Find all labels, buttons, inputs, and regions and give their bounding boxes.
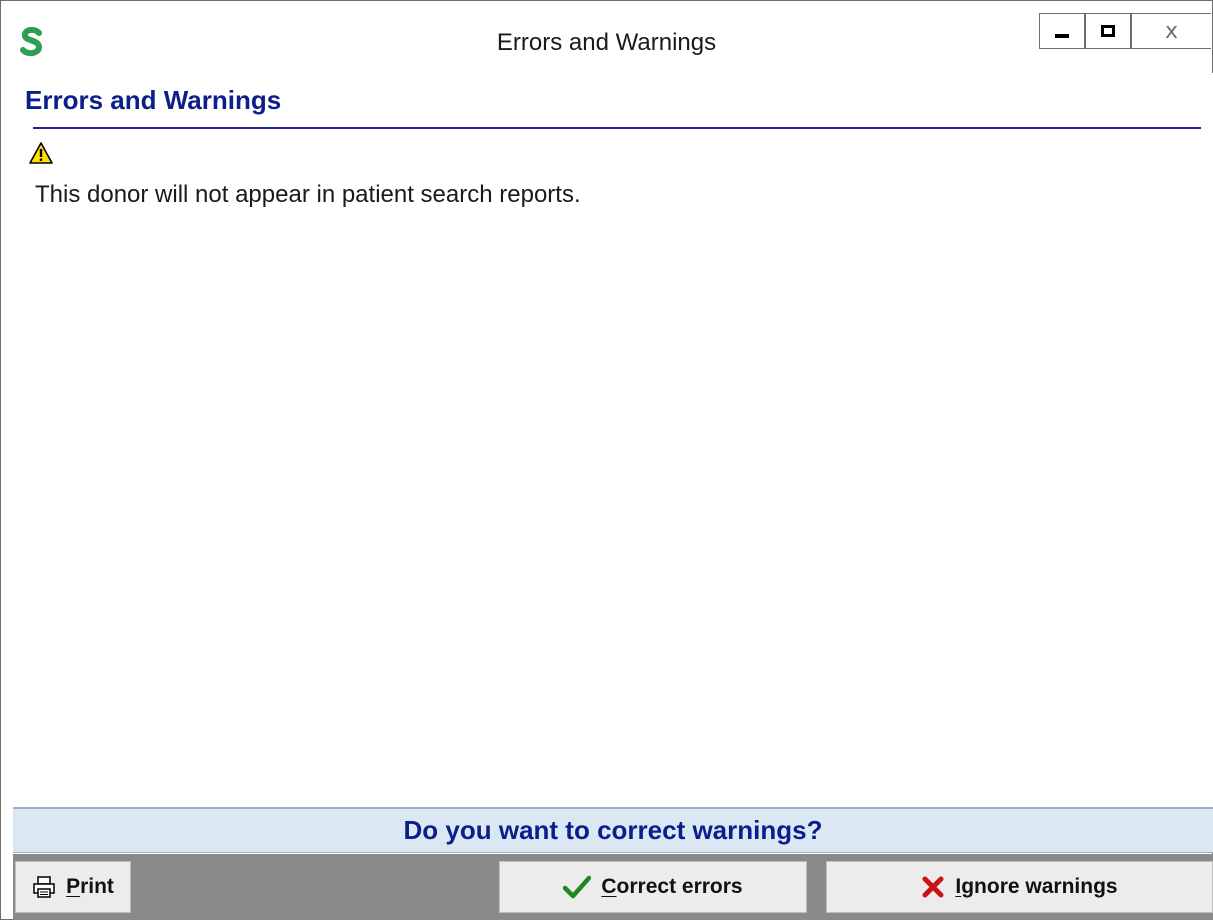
errors-warnings-window: Errors and Warnings x Errors and Warning… — [0, 0, 1213, 920]
correct-errors-button[interactable]: Correct errors — [499, 861, 807, 913]
checkmark-icon — [563, 875, 592, 899]
window-title: Errors and Warnings — [496, 29, 717, 56]
print-button[interactable]: Print — [15, 861, 131, 913]
warning-message: This donor will not appear in patient se… — [35, 181, 581, 208]
title-bar[interactable]: Errors and Warnings x — [1, 1, 1212, 73]
printer-icon — [32, 876, 56, 898]
heading-divider — [33, 127, 1201, 129]
warning-icon — [29, 141, 53, 165]
ignore-warnings-button[interactable]: Ignore warnings — [826, 861, 1213, 913]
close-icon: x — [1164, 18, 1179, 44]
correct-errors-label: Correct errors — [601, 875, 743, 898]
question-text: Do you want to correct warnings? — [403, 815, 823, 845]
minimize-icon — [1055, 34, 1069, 38]
print-label: Print — [66, 875, 114, 898]
maximize-icon — [1101, 25, 1115, 37]
button-bar: Print Correct errors Ignore warnings — [13, 854, 1213, 920]
errors-panel: Errors and Warnings This donor will not … — [13, 73, 1213, 807]
minimize-button[interactable] — [1039, 13, 1085, 49]
x-mark-icon — [921, 875, 945, 899]
ignore-warnings-label: Ignore warnings — [955, 875, 1118, 898]
page-title: Errors and Warnings — [25, 85, 282, 115]
question-bar: Do you want to correct warnings? — [13, 807, 1213, 853]
maximize-button[interactable] — [1085, 13, 1131, 49]
close-button[interactable]: x — [1131, 13, 1211, 49]
